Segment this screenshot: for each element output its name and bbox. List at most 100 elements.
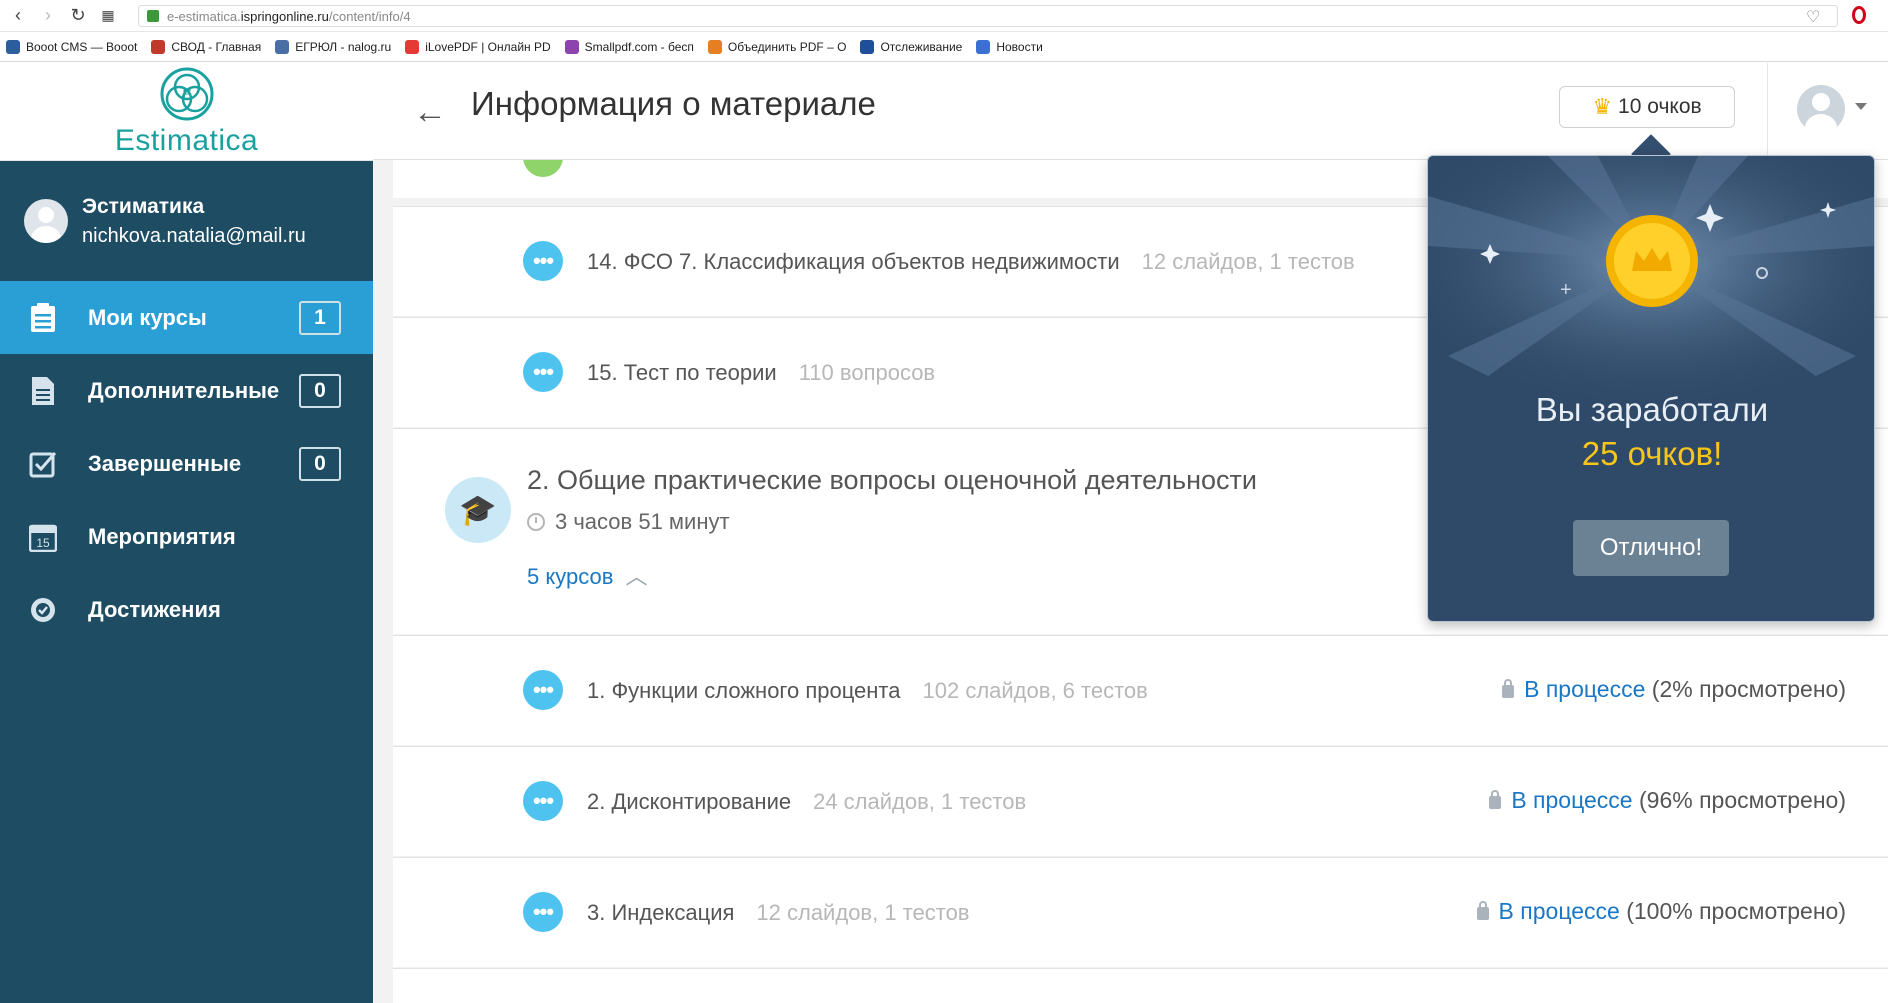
- bookmark-item[interactable]: Smallpdf.com - бесп: [564, 39, 694, 54]
- bookmark-favicon-icon: [564, 39, 579, 54]
- popup-points: 25 очков!: [1581, 435, 1723, 472]
- item-title-wrap: 3. Индексация 12 слайдов, 1 тестов: [587, 900, 970, 926]
- courses-count: 5 курсов: [527, 564, 614, 589]
- graduation-cap-icon: 🎓: [445, 477, 511, 543]
- bookmark-label: ЕГРЮЛ - nalog.ru: [295, 39, 392, 54]
- user-email: nichkova.natalia@mail.ru: [82, 224, 306, 247]
- more-dots-icon: •••: [523, 892, 563, 932]
- points-label: 10 очков: [1618, 95, 1702, 118]
- bookmark-label: Новости: [996, 39, 1043, 54]
- points-earned-popup: + Вы заработали 25 очков! Отлично!: [1427, 155, 1875, 622]
- header-avatar[interactable]: [1797, 85, 1845, 133]
- bookmark-item[interactable]: Booot CMS — Booot: [6, 39, 137, 54]
- status-detail: (100% просмотрено): [1619, 898, 1846, 924]
- bookmark-item[interactable]: СВОД - Главная: [151, 39, 262, 54]
- item-title[interactable]: 1. Функции сложного процента: [587, 678, 901, 703]
- lock-icon: [1502, 679, 1515, 698]
- bookmark-favicon-icon: [976, 39, 991, 54]
- reload-icon[interactable]: ↻: [66, 4, 90, 28]
- list-item[interactable]: ••• 1. Функции сложного процента 102 слай…: [393, 635, 1888, 745]
- popup-line1: Вы заработали: [1535, 391, 1769, 428]
- logo[interactable]: E Estimatica: [0, 63, 373, 161]
- status-link[interactable]: В процессе: [1511, 787, 1632, 813]
- count-badge: 0: [299, 447, 341, 481]
- tabs-grid-icon[interactable]: ▦: [96, 4, 120, 28]
- sidebar-item-4[interactable]: 15 Мероприятия: [0, 500, 373, 573]
- item-status-icon: [523, 160, 563, 177]
- item-title-wrap: 14. ФСО 7. Классификация объектов недвиж…: [587, 249, 1355, 275]
- calendar-icon: 15: [28, 522, 58, 552]
- bookmark-item[interactable]: ЕГРЮЛ - nalog.ru: [275, 39, 392, 54]
- more-dots-icon: •••: [523, 241, 563, 281]
- bookmark-item[interactable]: Отслеживание: [860, 39, 962, 54]
- sidebar-item-3[interactable]: Завершенные 0: [0, 427, 373, 500]
- sidebar-item-5[interactable]: Достижения: [0, 573, 373, 646]
- chevron-up-icon: ︿: [625, 564, 648, 589]
- bookmark-label: Объединить PDF – О: [727, 39, 847, 54]
- back-arrow-icon[interactable]: ←: [413, 93, 447, 132]
- item-status: В процессе (2% просмотрено): [1502, 676, 1846, 703]
- sidebar-item-1[interactable]: Мои курсы 1: [0, 281, 373, 354]
- bookmark-favicon-icon: [151, 39, 166, 54]
- more-dots-icon: •••: [523, 352, 563, 392]
- sidebar: E Estimatica Эстиматика nichkova.natalia…: [0, 63, 373, 1003]
- chevron-down-icon[interactable]: [1855, 103, 1867, 110]
- more-dots-icon: •••: [523, 781, 563, 821]
- sidebar-item-label: Мои курсы: [88, 304, 207, 330]
- bookmark-item[interactable]: Объединить PDF – О: [707, 39, 847, 54]
- status-detail: (96% просмотрено): [1632, 787, 1846, 813]
- section-title[interactable]: 2. Общие практические вопросы оценочной …: [527, 465, 1257, 496]
- user-name: Эстиматика: [82, 194, 205, 218]
- ok-button[interactable]: Отлично!: [1573, 520, 1729, 576]
- count-badge: 1: [299, 301, 341, 335]
- status-link[interactable]: В процессе: [1499, 898, 1620, 924]
- sidebar-item-2[interactable]: Дополнительные 0: [0, 354, 373, 427]
- secure-lock-icon: [147, 10, 159, 22]
- back-nav-icon[interactable]: ‹: [6, 4, 30, 28]
- address-bar[interactable]: e-estimatica. ispringonline.ru/content/in…: [138, 5, 1838, 27]
- status-link[interactable]: В процессе: [1524, 676, 1645, 702]
- bookmark-label: СВОД - Главная: [171, 39, 262, 54]
- item-title[interactable]: 14. ФСО 7. Классификация объектов недвиж…: [587, 249, 1120, 274]
- points-badge[interactable]: ♛ 10 очков: [1559, 86, 1735, 128]
- item-meta: 24 слайдов, 1 тестов: [813, 789, 1027, 814]
- item-status: В процессе (100% просмотрено): [1476, 898, 1846, 925]
- item-title[interactable]: 2. Дисконтирование: [587, 789, 791, 814]
- item-meta: 102 слайдов, 6 тестов: [922, 678, 1148, 703]
- list-item[interactable]: ••• 3. Индексация 12 слайдов, 1 тестов В …: [393, 857, 1888, 967]
- status-detail: (2% просмотрено): [1645, 676, 1846, 702]
- forward-nav-icon[interactable]: ›: [36, 4, 60, 28]
- sidebar-menu: Мои курсы 1 Дополнительные 0 Завершенные 0 15 М…: [0, 281, 373, 646]
- list-item[interactable]: ••• 2. Дисконтирование 24 слайдов, 1 тест…: [393, 746, 1888, 856]
- item-title-wrap: 1. Функции сложного процента 102 слайдов,…: [587, 678, 1148, 704]
- heart-icon[interactable]: ♡: [1806, 7, 1820, 27]
- item-meta: 110 вопросов: [798, 360, 936, 385]
- crown-icon: ♛: [1592, 94, 1613, 119]
- item-title[interactable]: 15. Тест по теории: [587, 360, 777, 385]
- list-item: [393, 968, 1888, 1003]
- more-dots-icon: •••: [523, 670, 563, 710]
- courses-toggle[interactable]: 5 курсов ︿: [527, 559, 648, 591]
- item-title[interactable]: 3. Индексация: [587, 900, 734, 925]
- avatar: [24, 199, 68, 243]
- sidebar-item-label: Дополнительные: [88, 377, 280, 403]
- item-title-wrap: 15. Тест по теории 110 вопросов: [587, 360, 935, 386]
- duration-text: 3 часов 51 минут: [555, 509, 730, 534]
- bookmark-favicon-icon: [275, 39, 290, 54]
- opera-icon[interactable]: [1852, 6, 1866, 24]
- svg-text:15: 15: [36, 536, 50, 550]
- sidebar-item-label: Достижения: [88, 596, 221, 622]
- url-host: ispringonline.ru: [240, 8, 329, 24]
- bookmark-favicon-icon: [707, 39, 722, 54]
- page-title: Информация о материале: [471, 85, 876, 122]
- user-profile: Эстиматика nichkova.natalia@mail.ru: [0, 161, 373, 281]
- bookmark-item[interactable]: Новости: [976, 39, 1043, 54]
- logo-text: Estimatica: [114, 123, 259, 157]
- url-prefix: e-estimatica.: [167, 8, 241, 24]
- bookmark-item[interactable]: iLovePDF | Онлайн PD: [405, 39, 551, 54]
- count-badge: 0: [299, 374, 341, 408]
- checkbox-icon: [28, 449, 58, 479]
- url-path: /content/info/4: [328, 8, 411, 24]
- browser-toolbar: ‹ › ↻ ▦ e-estimatica. ispringonline.ru/co…: [0, 0, 1888, 32]
- bookmark-favicon-icon: [405, 39, 420, 54]
